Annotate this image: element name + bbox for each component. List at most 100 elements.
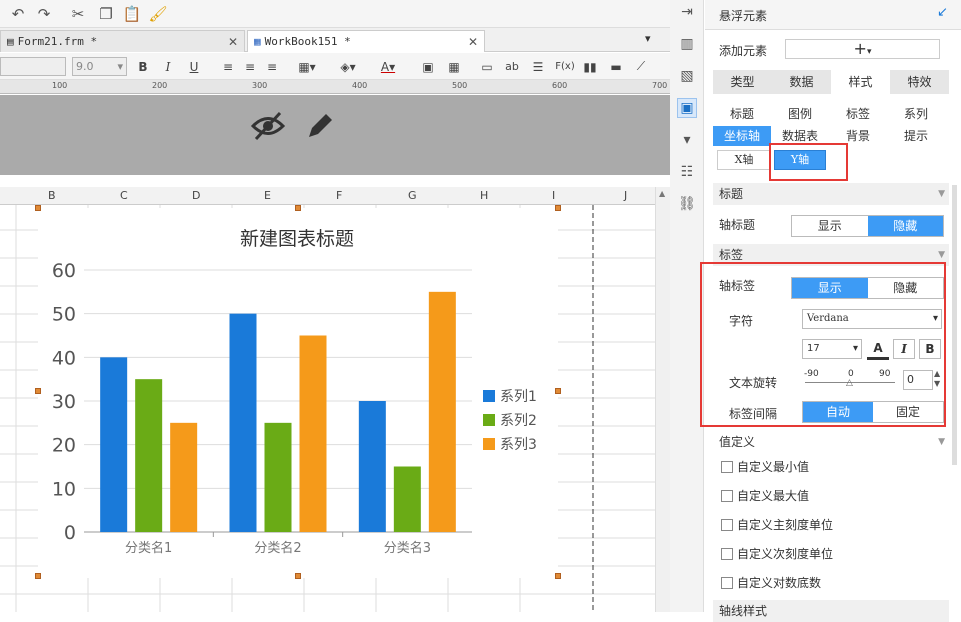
border-icon[interactable]: ▦▾ — [295, 57, 319, 76]
resize-handle[interactable] — [35, 205, 41, 211]
bold-button[interactable]: B — [135, 57, 151, 76]
section-axis-line[interactable]: 轴线样式 — [713, 600, 949, 622]
custom-log-checkbox[interactable]: 自定义对数底数 — [721, 574, 821, 591]
tab-style[interactable]: 样式 — [831, 70, 890, 94]
col-header[interactable]: I — [552, 189, 555, 202]
float-element-icon[interactable]: ▣ — [677, 98, 697, 118]
widget-settings-icon[interactable]: ▧ — [677, 66, 697, 86]
underline-button[interactable]: U — [186, 57, 202, 76]
align-right-icon[interactable]: ≡ — [264, 57, 280, 76]
col-header[interactable]: D — [192, 189, 200, 202]
textbox-icon[interactable]: ▭ — [478, 57, 496, 76]
sub-tab-label[interactable]: 标签 — [829, 104, 887, 124]
font-color-icon[interactable]: A▾ — [374, 57, 402, 76]
custom-minor-checkbox[interactable]: 自定义次刻度单位 — [721, 545, 833, 562]
col-header[interactable]: H — [480, 189, 488, 202]
italic-button[interactable]: I — [160, 57, 176, 76]
custom-major-checkbox[interactable]: 自定义主刻度单位 — [721, 516, 833, 533]
col-header[interactable]: F — [336, 189, 342, 202]
layers-icon[interactable]: ☷ — [677, 162, 697, 182]
align-left-icon[interactable]: ≡ — [220, 57, 236, 76]
layout-icon[interactable]: ▥ — [677, 34, 697, 54]
link-icon[interactable]: ⛓ — [677, 194, 697, 214]
col-header[interactable]: E — [264, 189, 271, 202]
redo-icon[interactable]: ↷ — [34, 4, 54, 24]
panel-scrollbar[interactable] — [952, 185, 957, 465]
scroll-up-icon[interactable]: ▲ — [659, 189, 665, 198]
collapse-icon: ▼ — [938, 189, 945, 199]
custom-min-checkbox[interactable]: 自定义最小值 — [721, 458, 809, 475]
slash-icon[interactable]: ⟋ — [632, 57, 650, 76]
resize-handle[interactable] — [555, 205, 561, 211]
y-tick-label: 20 — [52, 435, 76, 457]
paste-icon[interactable]: 📋 — [122, 4, 142, 24]
pencil-icon[interactable] — [304, 109, 336, 143]
paragraph-icon[interactable]: ☰ — [530, 57, 546, 76]
chart-icon[interactable]: ▮▮ — [582, 57, 598, 76]
tab-form21[interactable]: ▤ Form21.frm * ✕ — [0, 30, 245, 52]
bar-chart[interactable]: 新建图表标题 0 10 20 30 40 50 60 分类名1 分类名2 分类名3 系列1 系列2 系列3 — [38, 208, 558, 578]
col-header[interactable]: J — [624, 189, 627, 202]
dropdown-panel-icon[interactable]: ▾ — [677, 130, 697, 150]
sub-tab-title[interactable]: 标题 — [713, 104, 771, 124]
resize-handle[interactable] — [35, 388, 41, 394]
x-axis-tab[interactable]: X轴 — [717, 150, 771, 170]
sub-tab-axis[interactable]: 坐标轴 — [713, 126, 771, 146]
collapse-icon: ▼ — [938, 437, 945, 447]
table-icon[interactable]: ▦ — [446, 57, 462, 76]
resize-handle[interactable] — [555, 573, 561, 579]
sub-tab-series[interactable]: 系列 — [887, 104, 945, 124]
axis-title-label: 轴标题 — [719, 218, 756, 232]
ruler-mark: 400 — [352, 81, 368, 90]
collapse-arrow-icon[interactable]: ↙ — [937, 5, 948, 20]
side-icon-strip: ⇥ ▥ ▧ ▣ ▾ ☷ ⛓ — [670, 0, 704, 612]
cursor-icon[interactable]: ⇥ — [677, 2, 697, 22]
close-icon[interactable]: ✕ — [228, 35, 238, 49]
ruler-mark: 500 — [452, 81, 468, 90]
tab-menu-icon[interactable]: ▾ — [645, 32, 651, 45]
text-ab-icon[interactable]: ab — [502, 57, 522, 76]
ruler-mark: 300 — [252, 81, 268, 90]
resize-handle[interactable] — [555, 388, 561, 394]
format-brush-icon[interactable]: 🖌 — [148, 4, 168, 24]
fill-color-icon[interactable]: ◈▾ — [336, 57, 360, 76]
sub-tab-tooltip[interactable]: 提示 — [887, 126, 945, 146]
close-icon[interactable]: ✕ — [468, 35, 478, 49]
tab-effect[interactable]: 特效 — [890, 70, 949, 94]
cut-icon[interactable]: ✂ — [68, 4, 88, 24]
align-center-icon[interactable]: ≡ — [242, 57, 258, 76]
bar — [393, 466, 421, 532]
font-size-select[interactable]: 9.0 ▾ — [72, 57, 127, 76]
merge-icon[interactable]: ▣ — [420, 57, 436, 76]
col-header[interactable]: B — [48, 189, 56, 202]
font-family-select[interactable] — [0, 57, 66, 76]
section-value[interactable]: 值定义 ▼ — [713, 431, 949, 453]
col-header[interactable]: C — [120, 189, 128, 202]
bar — [264, 422, 292, 532]
add-element-button[interactable]: +▾ — [785, 39, 940, 59]
eye-hidden-icon[interactable] — [250, 109, 286, 143]
chart-container[interactable]: 新建图表标题 0 10 20 30 40 50 60 分类名1 分类名2 分类名3 系列1 系列2 系列3 — [38, 208, 558, 578]
col-header[interactable]: G — [408, 189, 417, 202]
undo-icon[interactable]: ↶ — [8, 4, 28, 24]
resize-handle[interactable] — [35, 573, 41, 579]
formula-icon[interactable]: F(x) — [554, 57, 576, 76]
resize-handle[interactable] — [295, 573, 301, 579]
custom-max-checkbox[interactable]: 自定义最大值 — [721, 487, 809, 504]
sub-tab-legend[interactable]: 图例 — [771, 104, 829, 124]
property-panel: 悬浮元素 ↙ 添加元素 +▾ 类型 数据 样式 特效 标题 图例 标签 系列 坐… — [700, 0, 961, 622]
ruler-mark: 100 — [52, 81, 68, 90]
vertical-scrollbar[interactable]: ▲ — [655, 187, 670, 612]
resize-handle[interactable] — [295, 205, 301, 211]
tab-workbook151[interactable]: ▦ WorkBook151 * ✕ — [247, 30, 485, 52]
tab-type[interactable]: 类型 — [713, 70, 772, 94]
column-headers: B C D E F G H I J — [0, 187, 670, 205]
ruler-mark: 600 — [552, 81, 568, 90]
image-icon[interactable]: ▬ — [607, 57, 625, 76]
axis-title-hide[interactable]: 隐藏 — [867, 216, 943, 236]
tab-data[interactable]: 数据 — [772, 70, 831, 94]
section-title[interactable]: 标题 ▼ — [713, 183, 949, 205]
axis-title-show[interactable]: 显示 — [792, 216, 868, 236]
axis-title-toggle: 显示 隐藏 — [791, 215, 944, 237]
copy-icon[interactable]: ❐ — [96, 4, 116, 24]
